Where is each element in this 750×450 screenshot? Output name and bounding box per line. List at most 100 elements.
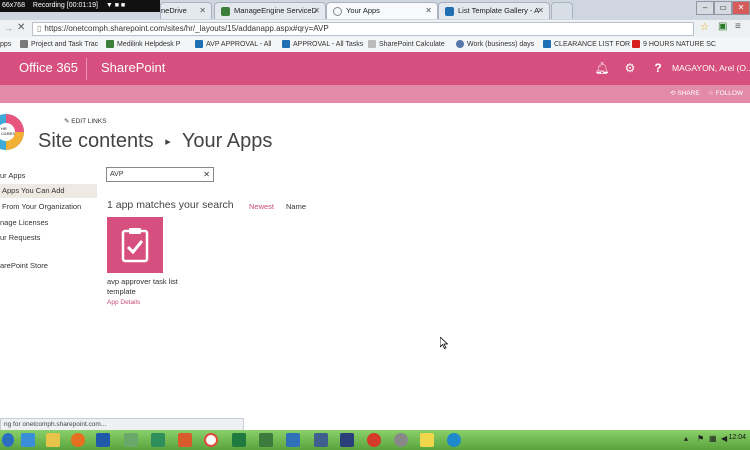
firefox-icon[interactable]	[71, 433, 85, 447]
app-icon[interactable]	[420, 433, 434, 447]
clock[interactable]: 12:04	[728, 434, 746, 441]
app-icon[interactable]	[394, 433, 408, 447]
clear-search-icon[interactable]: ✕	[203, 168, 210, 181]
resolution-label: 66x768	[2, 2, 25, 9]
bookmark-project-task[interactable]: Project and Task Trac	[20, 37, 98, 52]
bookmark-clearance[interactable]: CLEARANCE LIST FOR	[543, 37, 630, 52]
tray-arrow-icon[interactable]: ▴	[684, 434, 688, 443]
nav-your-apps[interactable]: ur Apps	[0, 169, 95, 183]
recording-label: Recording [00:01:19]	[32, 2, 98, 9]
network-icon[interactable]: ▦	[709, 434, 717, 443]
new-tab-button[interactable]	[551, 2, 573, 19]
bookmark-label: Project and Task Trac	[31, 41, 99, 48]
minimize-icon[interactable]: –	[696, 1, 714, 15]
app-icon[interactable]	[286, 433, 300, 447]
search-result-count: 1 app matches your search	[107, 199, 234, 211]
app-name-link[interactable]: avp approver task list template	[107, 277, 197, 297]
follow-button[interactable]: ☆ FOLLOW	[708, 85, 743, 103]
office365-link[interactable]: Office 365	[19, 60, 78, 75]
nav-from-your-organization[interactable]: From Your Organization	[0, 200, 97, 214]
edit-links-button[interactable]: ✎ EDIT LINKS	[64, 117, 107, 125]
sharepoint-icon	[445, 6, 454, 16]
sort-name-link[interactable]: Name	[286, 202, 306, 211]
youtube-icon	[632, 40, 640, 49]
app-icon[interactable]	[314, 433, 328, 447]
user-menu[interactable]: MAGAYON, Arel (O...	[672, 63, 750, 73]
suite-bar: Office 365 SharePoint 🔔︎ ⚙ ? MAGAYON, Ar…	[0, 52, 750, 85]
edit-links-label: EDIT LINKS	[71, 118, 107, 125]
folder-icon[interactable]	[46, 433, 60, 447]
app-details-link[interactable]: App Details	[107, 299, 140, 306]
bookmark-apps[interactable]: pps	[0, 37, 11, 52]
browser-tab-bar: 66x768 Recording [00:01:19] ▼ ■ ■ neDriv…	[0, 0, 750, 20]
star-icon[interactable]: ☆	[700, 22, 709, 33]
sharepoint-link[interactable]: SharePoint	[101, 60, 165, 75]
close-tab-icon[interactable]: ✕	[537, 3, 544, 19]
sort-newest-link[interactable]: Newest	[249, 202, 274, 211]
bookmark-medilink[interactable]: Medilink Helpdesk P	[106, 37, 180, 52]
loading-icon	[333, 6, 342, 16]
task-list-icon	[121, 228, 149, 263]
share-button[interactable]: ⟲ SHARE	[670, 85, 700, 103]
nav-apps-you-can-add[interactable]: Apps You Can Add	[0, 184, 97, 198]
tab-onedrive[interactable]: neDrive ✕	[160, 2, 212, 19]
tab-your-apps[interactable]: Your Apps ✕	[326, 2, 438, 19]
bookmark-approval-tasks[interactable]: APPROVAL - All Tasks	[282, 37, 363, 52]
outlook-icon[interactable]	[96, 433, 110, 447]
tab-label: Your Apps	[346, 6, 380, 15]
window-controls: – ▭ ✕	[696, 0, 750, 15]
app-icon[interactable]	[178, 433, 192, 447]
app-icon[interactable]	[367, 433, 381, 447]
address-bar-row: → ✕ ▯ https://onetcomph.sharepoint.com/si…	[0, 20, 750, 38]
breadcrumb-site-contents[interactable]: Site contents	[38, 130, 154, 152]
forward-arrow-icon[interactable]: →	[4, 23, 13, 33]
close-window-icon[interactable]: ✕	[732, 1, 750, 15]
app-icon[interactable]	[259, 433, 273, 447]
app-icon[interactable]	[151, 433, 165, 447]
page-title: Site contents ▸ Your Apps	[38, 130, 272, 153]
flag-icon[interactable]: ⚑	[697, 434, 704, 443]
help-icon[interactable]: ?	[644, 52, 672, 85]
bookmark-label: CLEARANCE LIST FOR	[554, 41, 631, 48]
bookmark-label: AVP APPROVAL - All	[206, 41, 272, 48]
start-icon[interactable]	[2, 433, 14, 447]
url-field[interactable]: ▯ https://onetcomph.sharepoint.com/sites/…	[32, 22, 694, 36]
chrome-icon[interactable]	[204, 433, 218, 447]
bell-icon[interactable]: 🔔︎	[588, 52, 616, 85]
stop-icon[interactable]: ✕	[17, 22, 25, 33]
close-tab-icon[interactable]: ✕	[425, 3, 432, 19]
tab-label: List Template Gallery - A	[458, 6, 540, 15]
menu-icon[interactable]: ≡	[735, 21, 741, 32]
tab-manageengine[interactable]: ManageEngine ServiceD ✕	[214, 2, 326, 19]
nav-your-requests[interactable]: ur Requests	[0, 231, 95, 245]
excel-icon[interactable]	[232, 433, 246, 447]
nav-sharepoint-store[interactable]: arePoint Store	[0, 259, 95, 273]
close-tab-icon[interactable]: ✕	[199, 3, 206, 19]
app-search-input[interactable]: AVP ✕	[106, 167, 214, 182]
search-value: AVP	[110, 171, 124, 178]
app-icon[interactable]	[340, 433, 354, 447]
skype-icon[interactable]	[447, 433, 461, 447]
gear-icon[interactable]: ⚙	[616, 52, 644, 85]
bookmark-nature[interactable]: 9 HOURS NATURE SC	[632, 37, 716, 52]
bookmark-label: APPROVAL - All Tasks	[293, 41, 364, 48]
status-text: ng for onetcomph.sharepoint.com...	[4, 421, 107, 428]
close-tab-icon[interactable]: ✕	[313, 3, 320, 19]
extension-icon[interactable]: ▣	[718, 21, 727, 32]
nav-manage-licenses[interactable]: nage Licenses	[0, 216, 95, 230]
bookmark-sharepoint-calc[interactable]: SharePoint Calculate	[368, 37, 445, 52]
volume-icon[interactable]: ◀	[721, 434, 727, 443]
bookmark-avp-approval[interactable]: AVP APPROVAL - All	[195, 37, 272, 52]
tab-list-template-gallery[interactable]: List Template Gallery - A ✕	[438, 2, 550, 19]
bookmarks-bar: pps Project and Task Trac Medilink Helpd…	[0, 37, 750, 53]
app-tile[interactable]	[107, 217, 163, 273]
tab-label: ManageEngine ServiceD	[234, 6, 317, 15]
app-icon[interactable]	[124, 433, 138, 447]
ie-icon[interactable]	[21, 433, 35, 447]
bookmark-work-days[interactable]: Work (business) days	[456, 37, 534, 52]
sharepoint-icon	[543, 40, 551, 49]
site-logo[interactable]: HR CARES	[0, 112, 28, 152]
maximize-icon[interactable]: ▭	[714, 1, 732, 15]
record-control-icons[interactable]: ▼ ■ ■	[106, 2, 125, 9]
screen-recorder-bar: 66x768 Recording [00:01:19] ▼ ■ ■	[0, 0, 160, 12]
